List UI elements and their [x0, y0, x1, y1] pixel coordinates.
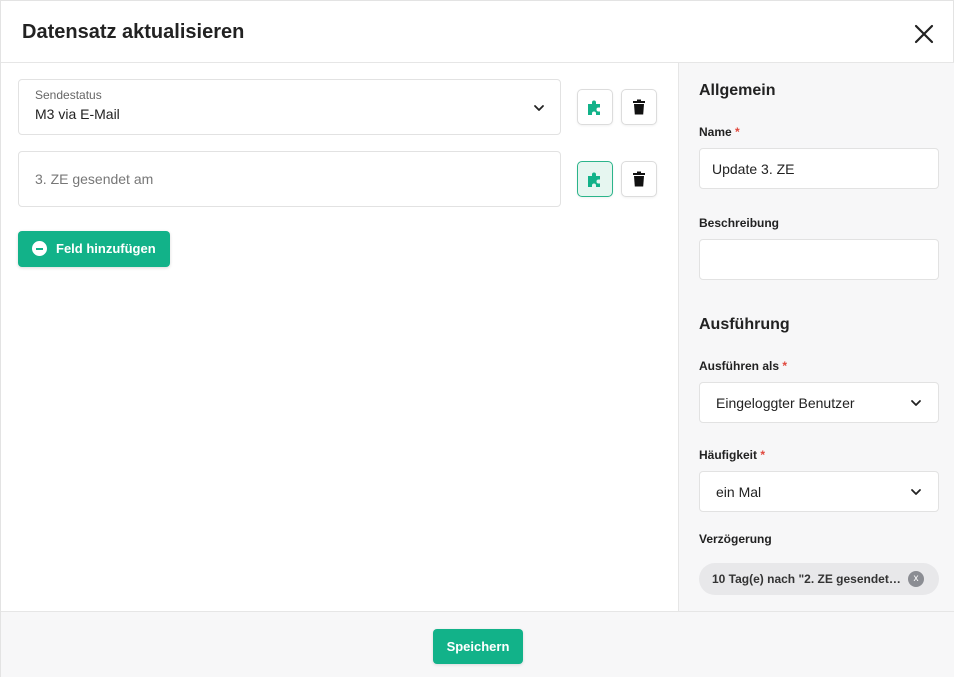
name-value: Update 3. ZE [712, 161, 795, 177]
run-as-value: Eingeloggter Benutzer [716, 395, 855, 411]
required-mark: * [760, 448, 766, 462]
description-input[interactable] [699, 239, 939, 280]
run-as-select[interactable]: Eingeloggter Benutzer [699, 382, 939, 423]
dialog-header: Datensatz aktualisieren [1, 1, 954, 63]
field-1-variable-button[interactable] [577, 89, 613, 125]
name-label: Name * [699, 125, 740, 139]
delay-chip-text: 10 Tag(e) nach "2. ZE gesendet am" [712, 572, 902, 586]
frequency-value: ein Mal [716, 484, 762, 500]
add-field-button[interactable]: Feld hinzufügen [18, 231, 170, 267]
dialog-footer: Speichern [1, 611, 954, 677]
run-as-label-text: Ausführen als [699, 359, 780, 373]
settings-sidebar: Allgemein Name * Update 3. ZE Beschreibu… [678, 63, 954, 611]
frequency-label-text: Häufigkeit [699, 448, 758, 462]
sendestatus-label: Sendestatus [35, 88, 102, 102]
trash-icon [633, 171, 645, 187]
sendestatus-select[interactable]: Sendestatus M3 via E-Mail [18, 79, 561, 135]
run-as-label: Ausführen als * [699, 359, 787, 373]
description-label: Beschreibung [699, 216, 780, 230]
execution-section-title: Ausführung [699, 316, 790, 333]
trash-icon [633, 99, 645, 115]
close-button[interactable] [911, 21, 937, 47]
chevron-down-icon [911, 400, 921, 406]
save-button-label: Speichern [446, 639, 510, 654]
close-icon [914, 24, 934, 44]
fields-panel: Sendestatus M3 via E-Mail 3. ZE gesendet… [1, 63, 678, 611]
field-2-variable-button[interactable] [577, 161, 613, 197]
required-mark: * [782, 359, 788, 373]
ze-sent-date-field[interactable]: 3. ZE gesendet am [18, 151, 561, 207]
close-icon: x [913, 573, 919, 584]
delay-label: Verzögerung [699, 532, 772, 546]
sendestatus-value: M3 via E-Mail [35, 106, 120, 122]
required-mark: * [735, 125, 740, 139]
frequency-label: Häufigkeit * [699, 448, 765, 462]
delay-chip[interactable]: 10 Tag(e) nach "2. ZE gesendet am" x [699, 563, 939, 595]
field-2-delete-button[interactable] [621, 161, 657, 197]
name-input[interactable]: Update 3. ZE [699, 148, 939, 189]
remove-delay-button[interactable]: x [908, 571, 924, 587]
field-1-delete-button[interactable] [621, 89, 657, 125]
chevron-down-icon [911, 489, 921, 495]
name-label-text: Name [699, 125, 732, 139]
puzzle-icon [588, 100, 600, 115]
chevron-down-icon [534, 105, 544, 111]
general-section-title: Allgemein [699, 82, 776, 99]
save-button[interactable]: Speichern [433, 629, 523, 664]
update-record-dialog: Datensatz aktualisieren Sendestatus M3 v… [0, 0, 954, 677]
plus-circle-icon [32, 241, 47, 256]
dialog-title: Datensatz aktualisieren [22, 21, 245, 43]
frequency-select[interactable]: ein Mal [699, 471, 939, 512]
ze-sent-date-placeholder: 3. ZE gesendet am [35, 171, 154, 187]
add-field-label: Feld hinzufügen [56, 241, 156, 256]
puzzle-icon [588, 172, 600, 187]
